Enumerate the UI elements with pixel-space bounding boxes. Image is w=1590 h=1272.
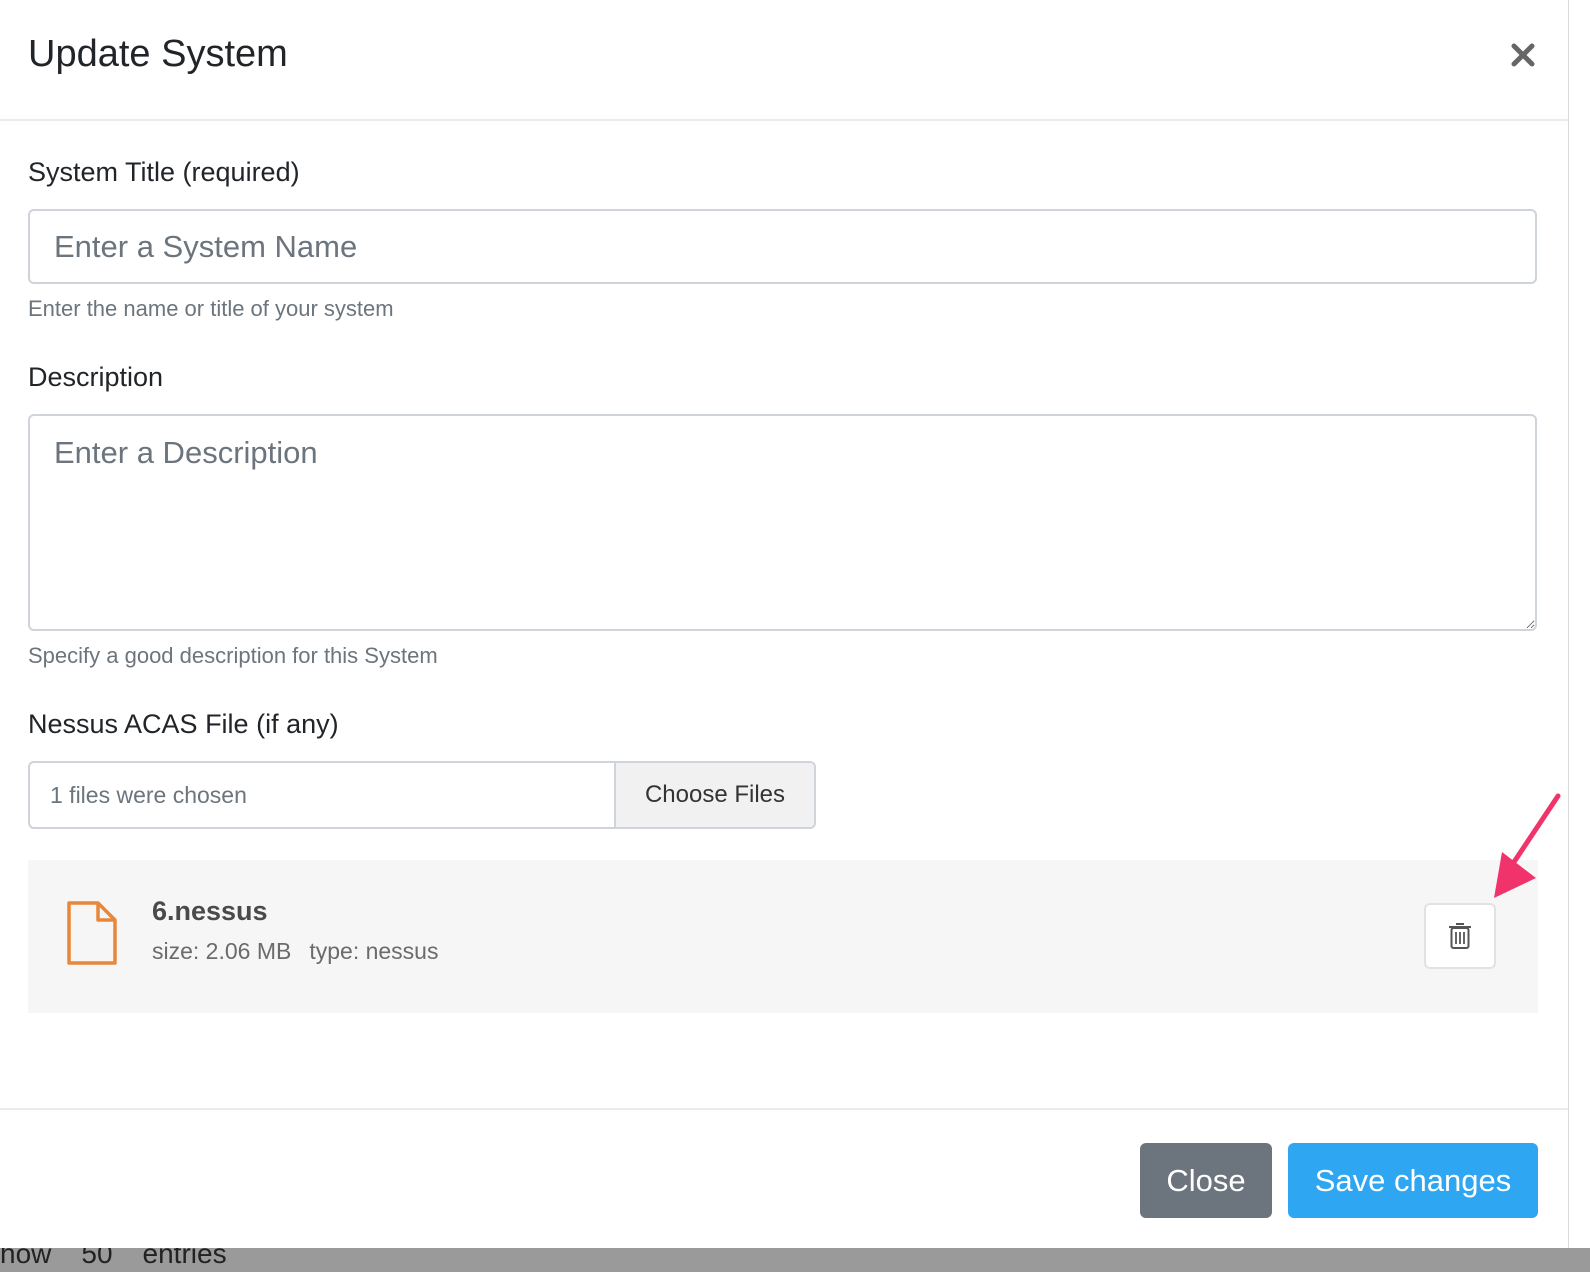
file-name: 6.nessus bbox=[152, 896, 268, 926]
file-icon bbox=[66, 900, 118, 971]
system-title-label: System Title (required) bbox=[28, 157, 300, 187]
file-meta: size: 2.06 MB type: nessus bbox=[152, 938, 438, 965]
update-system-modal: Update System System Title (required) En… bbox=[0, 0, 1569, 1248]
close-icon[interactable] bbox=[1504, 36, 1542, 74]
description-label: Description bbox=[28, 362, 164, 392]
description-help: Specify a good description for this Syst… bbox=[28, 643, 438, 668]
close-button[interactable]: Close bbox=[1140, 1143, 1272, 1218]
delete-file-button[interactable] bbox=[1424, 903, 1496, 969]
modal-header: Update System bbox=[0, 0, 1568, 121]
file-input-group[interactable]: 1 files were chosen Choose Files bbox=[28, 761, 816, 829]
nessus-file-label: Nessus ACAS File (if any) bbox=[28, 709, 339, 739]
uploaded-file-item: 6.nessus size: 2.06 MB type: nessus bbox=[28, 860, 1538, 1013]
page-backdrop: how 50 entries bbox=[0, 1248, 1590, 1272]
system-title-input[interactable] bbox=[28, 209, 1537, 284]
trash-icon bbox=[1449, 923, 1471, 949]
file-type: type: nessus bbox=[309, 938, 439, 964]
file-size: size: 2.06 MB bbox=[152, 938, 292, 964]
file-chosen-status[interactable]: 1 files were chosen bbox=[30, 763, 616, 827]
modal-title: Update System bbox=[28, 33, 288, 75]
save-changes-button[interactable]: Save changes bbox=[1288, 1143, 1538, 1218]
description-textarea[interactable] bbox=[28, 414, 1537, 631]
backdrop-entries-label: entries bbox=[142, 1248, 227, 1269]
system-title-help: Enter the name or title of your system bbox=[28, 296, 394, 321]
choose-files-button[interactable]: Choose Files bbox=[616, 763, 814, 827]
backdrop-entries-count: 50 bbox=[81, 1248, 113, 1269]
arrow-icon bbox=[1494, 793, 1561, 898]
modal-footer: Close Save changes bbox=[0, 1108, 1568, 1250]
backdrop-entries-text: how 50 entries bbox=[0, 1248, 257, 1270]
backdrop-show-text: how bbox=[0, 1248, 52, 1269]
